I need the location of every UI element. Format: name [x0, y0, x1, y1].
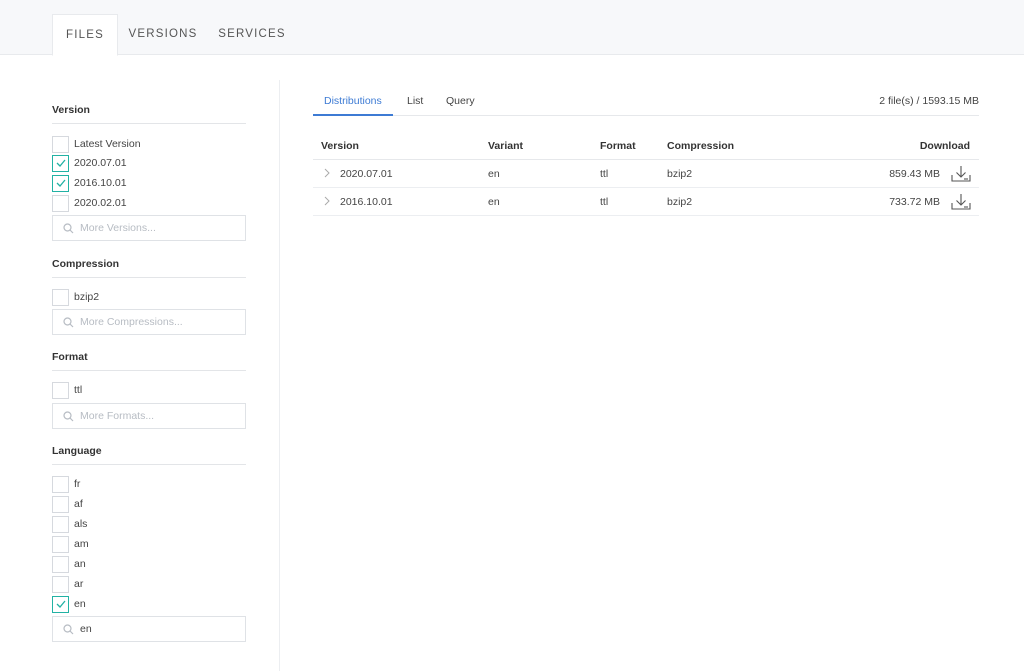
cell-compression: bzip2 — [667, 168, 693, 180]
language-option-fr[interactable]: fr — [52, 475, 80, 493]
check-icon — [56, 179, 65, 187]
cell-version: 2020.07.01 — [340, 168, 393, 180]
checkbox[interactable] — [52, 475, 69, 493]
search-icon — [63, 222, 74, 233]
search-icon — [63, 623, 74, 634]
checkbox-label: af — [74, 498, 83, 510]
cell-version: 2016.10.01 — [340, 196, 393, 208]
more-versions-search[interactable] — [52, 215, 246, 241]
cell-size: 859.43 MB — [889, 168, 940, 180]
column-header-format[interactable]: Format — [600, 140, 636, 152]
column-header-download: Download — [919, 140, 970, 152]
checkbox-label: ar — [74, 578, 84, 590]
top-tab-bar: FILES VERSIONS SERVICES — [0, 0, 1024, 56]
checkbox[interactable] — [52, 288, 69, 306]
tab-distributions[interactable]: Distributions — [313, 95, 393, 116]
facet-title-compression: Compression — [52, 258, 246, 278]
language-option-en[interactable]: en — [52, 595, 86, 613]
download-icon[interactable] — [951, 165, 971, 183]
check-icon — [56, 600, 65, 608]
checkbox-label: an — [74, 558, 86, 570]
cell-size: 733.72 MB — [889, 196, 940, 208]
cell-format: ttl — [600, 168, 609, 180]
check-icon — [56, 159, 65, 167]
more-compressions-input[interactable] — [80, 316, 240, 328]
checkbox[interactable] — [52, 575, 69, 593]
language-option-an[interactable]: an — [52, 555, 86, 573]
language-option-als[interactable]: als — [52, 515, 87, 533]
version-option-2016-10-01[interactable]: 2016.10.01 — [52, 174, 127, 192]
checkbox-label: fr — [74, 478, 81, 490]
version-option-2020-02-01[interactable]: 2020.02.01 — [52, 194, 127, 212]
tab-list[interactable]: List — [407, 95, 423, 114]
checkbox-label: 2016.10.01 — [74, 177, 127, 189]
table-row[interactable]: 2016.10.01 en ttl bzip2 733.72 MB — [313, 188, 979, 216]
checkbox[interactable] — [52, 154, 69, 172]
version-option-2020-07-01[interactable]: 2020.07.01 — [52, 154, 127, 172]
checkbox[interactable] — [52, 135, 69, 153]
facet-title-language: Language — [52, 445, 246, 465]
facet-title-version: Version — [52, 104, 246, 124]
checkbox[interactable] — [52, 174, 69, 192]
checkbox-label: en — [74, 598, 86, 610]
tab-query[interactable]: Query — [446, 95, 475, 114]
cell-variant: en — [488, 196, 500, 208]
language-search-input[interactable] — [80, 623, 240, 635]
more-formats-search[interactable] — [52, 403, 246, 429]
tab-services[interactable]: SERVICES — [216, 14, 288, 56]
facet-title-format: Format — [52, 351, 246, 371]
chevron-right-icon[interactable] — [322, 167, 332, 179]
table-row[interactable]: 2020.07.01 en ttl bzip2 859.43 MB — [313, 160, 979, 188]
checkbox[interactable] — [52, 381, 69, 399]
cell-format: ttl — [600, 196, 609, 208]
language-option-ar[interactable]: ar — [52, 575, 83, 593]
checkbox[interactable] — [52, 515, 69, 533]
download-icon[interactable] — [951, 193, 971, 211]
language-option-af[interactable]: af — [52, 495, 83, 513]
more-formats-input[interactable] — [80, 410, 240, 422]
checkbox-label: 2020.07.01 — [74, 157, 127, 169]
checkbox-label: bzip2 — [74, 291, 100, 303]
column-header-variant[interactable]: Variant — [488, 140, 523, 152]
checkbox-label: 2020.02.01 — [74, 197, 127, 209]
version-option-latest[interactable]: Latest Version — [52, 135, 141, 153]
checkbox-label: als — [74, 518, 88, 530]
tab-versions[interactable]: VERSIONS — [124, 14, 202, 56]
sidebar-divider — [279, 80, 280, 671]
compression-option-bzip2[interactable]: bzip2 — [52, 288, 99, 306]
language-search[interactable] — [52, 616, 246, 642]
search-icon — [63, 316, 74, 327]
format-option-ttl[interactable]: ttl — [52, 381, 82, 399]
cell-variant: en — [488, 168, 500, 180]
more-compressions-search[interactable] — [52, 309, 246, 335]
checkbox-label: am — [74, 538, 89, 550]
checkbox-label: Latest Version — [74, 138, 141, 150]
table-header: Version Variant Format Compression Downl… — [313, 132, 979, 160]
checkbox[interactable] — [52, 555, 69, 573]
search-icon — [63, 410, 74, 421]
cell-compression: bzip2 — [667, 196, 693, 208]
chevron-right-icon[interactable] — [322, 195, 332, 207]
column-header-compression[interactable]: Compression — [667, 140, 734, 152]
tab-files[interactable]: FILES — [52, 14, 118, 56]
column-header-version[interactable]: Version — [321, 140, 359, 152]
file-summary: 2 file(s) / 1593.15 MB — [879, 95, 979, 107]
checkbox[interactable] — [52, 535, 69, 553]
checkbox-label: ttl — [74, 384, 83, 396]
checkbox[interactable] — [52, 495, 69, 513]
checkbox[interactable] — [52, 194, 69, 212]
language-option-am[interactable]: am — [52, 535, 89, 553]
more-versions-input[interactable] — [80, 222, 240, 234]
checkbox[interactable] — [52, 595, 69, 613]
